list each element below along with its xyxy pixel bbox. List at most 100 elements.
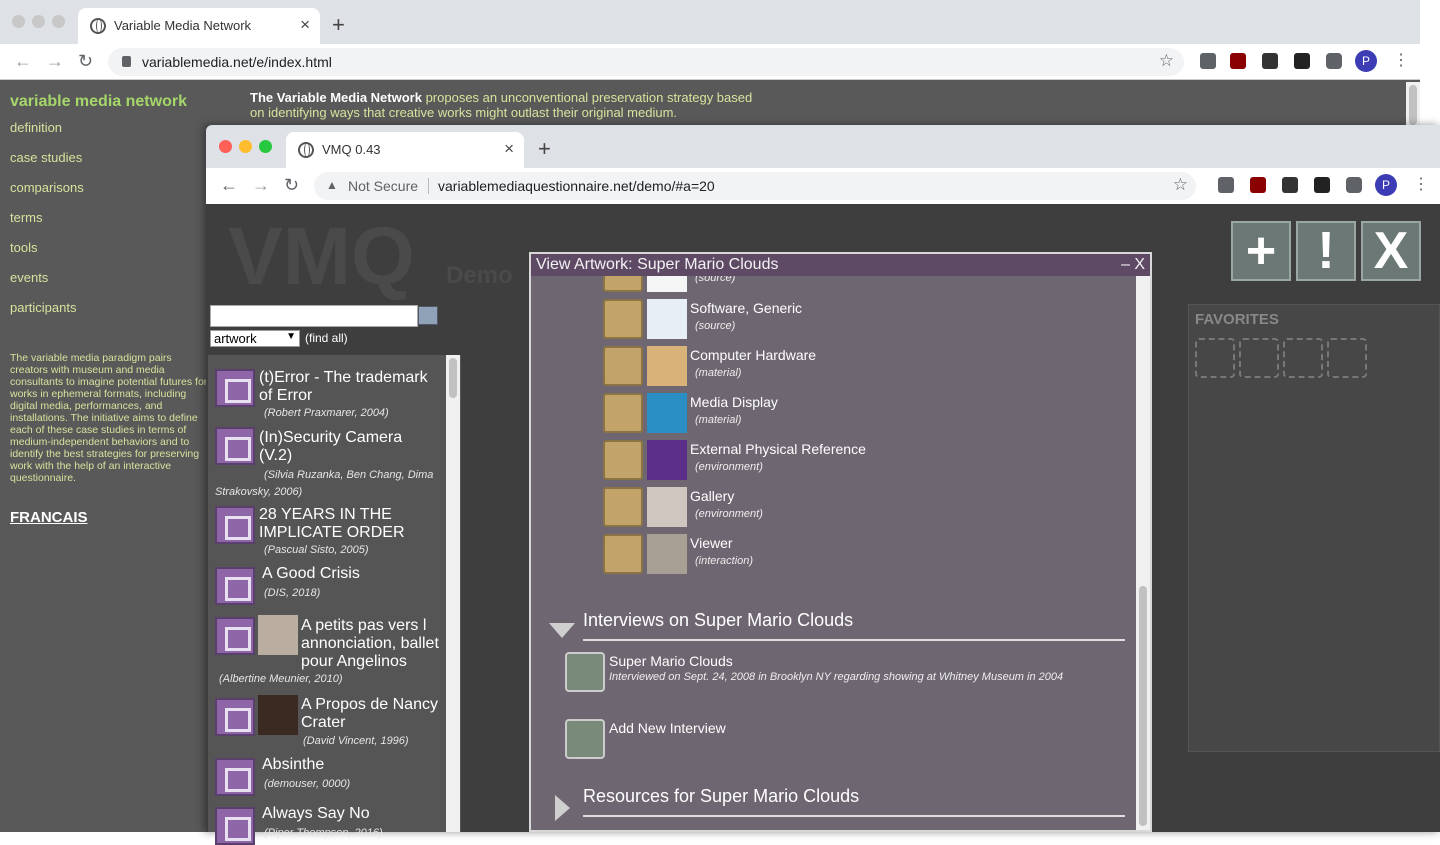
profile-avatar[interactable]: P [1375,174,1397,196]
tab-vmq[interactable]: VMQ 0.43 × [286,132,524,168]
component-role: (interaction) [695,555,754,567]
fav-slot-icon[interactable] [1195,338,1235,378]
address-bar[interactable]: variablemedia.net/e/index.html ☆ [108,48,1184,76]
forward-arrow-icon[interactable]: → [46,51,64,72]
item-title: Always Say No [262,805,370,822]
item-sub: (Pascual Sisto, 2005) [264,544,369,556]
divider [583,815,1125,817]
nav-tools[interactable]: tools [10,240,37,255]
close-icon[interactable]: × [300,15,310,35]
interview-title[interactable]: Super Mario Clouds [609,653,733,669]
menu-icon[interactable]: ⋮ [1393,50,1409,70]
fav-help-icon[interactable] [1239,338,1279,378]
back-tabbar: Variable Media Network × + [0,0,1420,44]
type-select[interactable]: artwork ▼ [210,330,300,347]
new-tab-icon[interactable]: + [332,12,345,38]
nav-terms[interactable]: terms [10,210,43,225]
francais-link[interactable]: FRANCAIS [10,509,88,526]
back-toolbar: ← → ↻ variablemedia.net/e/index.html ☆ P… [0,44,1420,80]
extension-icon[interactable] [1282,177,1298,193]
fav-puzzle-icon[interactable] [1283,338,1323,378]
ublock-icon[interactable] [1230,53,1246,69]
puzzle-icon[interactable] [1346,177,1362,193]
zoom-ext-icon[interactable] [1314,177,1330,193]
star-icon[interactable]: ☆ [1173,175,1188,195]
frame-icon [603,487,643,527]
component-role: (material) [695,414,742,426]
component-role: (environment) [695,508,763,520]
item-sub: (demouser, 0000) [264,778,351,790]
new-tab-icon[interactable]: + [538,136,551,162]
divider [428,178,429,194]
search-icon[interactable] [418,306,438,325]
external-thumbnail [647,440,687,480]
profile-avatar[interactable]: P [1355,50,1377,72]
nav-case-studies[interactable]: case studies [10,150,82,165]
list-scrollbar[interactable] [446,355,460,832]
not-secure-label[interactable]: Not Secure [348,178,418,194]
extension-icon[interactable] [1262,53,1278,69]
find-all-link[interactable]: (find all) [305,331,348,345]
reload-icon[interactable]: ↻ [78,51,93,72]
display-thumbnail [647,393,687,433]
add-button[interactable]: + [1231,221,1291,281]
vmq-logo-sub: Demo [446,262,513,289]
menu-icon[interactable]: ⋮ [1413,174,1429,194]
triangle-right-icon[interactable] [555,795,570,821]
component-role: (source) [695,276,736,284]
zoom-ext-icon[interactable] [1294,53,1310,69]
star-icon[interactable]: ☆ [1159,51,1174,71]
nav-participants[interactable]: participants [10,300,76,315]
vmn-description: The variable media paradigm pairs creato… [10,352,208,484]
search-input[interactable] [210,305,418,327]
ublock-icon[interactable] [1250,177,1266,193]
address-bar[interactable]: ▲ Not Secure variablemediaquestionnaire.… [314,172,1196,200]
close-vmq-button[interactable]: X [1361,221,1421,281]
component-name: Gallery [690,488,735,504]
vmq-window: VMQ 0.43 × + ← → ↻ ▲ Not Secure variable… [206,125,1440,845]
item-title: A Propos de Nancy Crater [301,696,438,731]
add-interview-link[interactable]: Add New Interview [609,720,726,736]
item-sub: (Albertine Meunier, 2010) [219,673,343,685]
artwork-list: (t)Error - The trademark of Error (Rober… [208,355,461,845]
microphone-icon[interactable] [565,652,605,692]
microphone-icon[interactable] [565,719,605,759]
item-sub: (Robert Praxmarer, 2004) [264,407,389,419]
tab-variable-media[interactable]: Variable Media Network × [78,8,320,44]
minimize-button[interactable]: – [1121,254,1130,276]
item-title: A Good Crisis [262,565,360,582]
back-arrow-icon[interactable]: ← [220,175,238,196]
triangle-down-icon[interactable] [549,623,575,638]
fav-frame-icon[interactable] [1327,338,1367,378]
component-role: (source) [695,320,736,332]
scroll-thumb[interactable] [1409,85,1417,125]
nav-comparisons[interactable]: comparisons [10,180,84,195]
artwork-frame-icon [215,427,255,465]
component-name: Viewer [690,535,733,551]
back-arrow-icon[interactable]: ← [14,51,32,72]
vmq-logo: VMQ [228,211,415,302]
binary-icon [603,299,643,339]
scroll-thumb[interactable] [449,358,457,398]
artwork-frame-icon [215,698,255,736]
component-name: Software, Generic [690,300,803,316]
close-icon[interactable]: × [504,139,514,159]
component-name: Media Display [690,394,778,410]
forward-arrow-icon[interactable]: → [252,175,270,196]
reload-icon[interactable]: ↻ [284,175,299,196]
dialog-scrollbar[interactable] [1136,276,1150,830]
css-ext-icon[interactable] [1218,177,1234,193]
scroll-thumb[interactable] [1139,586,1147,826]
alert-button[interactable]: ! [1296,221,1356,281]
favorites-label: FAVORITES [1195,311,1279,328]
resources-heading[interactable]: Resources for Super Mario Clouds [583,786,859,807]
css-ext-icon[interactable] [1200,53,1216,69]
favorites-panel: FAVORITES [1188,304,1440,752]
interviews-heading[interactable]: Interviews on Super Mario Clouds [583,610,853,631]
component-name: Computer Hardware [690,347,817,363]
nav-events[interactable]: events [10,270,48,285]
osx-thumbnail [647,299,687,339]
puzzle-icon[interactable] [1326,53,1342,69]
dialog-close-button[interactable]: X [1134,254,1145,276]
nav-definition[interactable]: definition [10,120,62,135]
